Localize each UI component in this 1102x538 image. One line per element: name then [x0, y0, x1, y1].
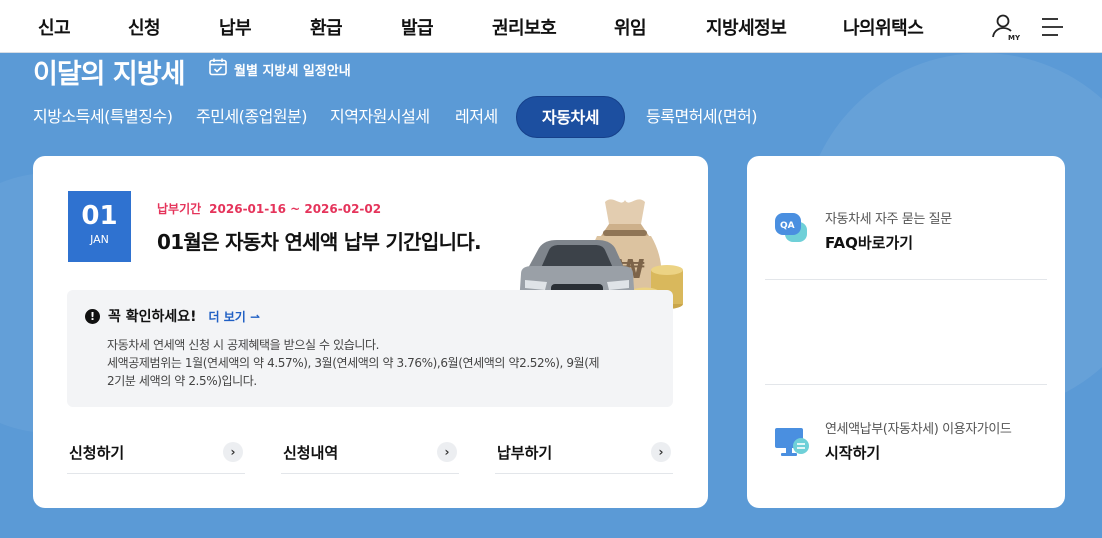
divider: [765, 384, 1047, 385]
tab-resident-tax[interactable]: 주민세(종업원분): [196, 96, 308, 138]
pay-button[interactable]: 납부하기 ›: [495, 438, 673, 474]
nav-item-issue[interactable]: 발급: [401, 14, 434, 40]
exclamation-icon: !: [85, 308, 100, 324]
pay-label: 납부하기: [497, 444, 553, 462]
date-badge: 01 JAN: [68, 191, 131, 262]
faq-link[interactable]: QA 자동차세 자주 묻는 질문 FAQ바로가기: [765, 202, 1047, 262]
faq-title: FAQ바로가기: [825, 234, 914, 252]
nav-item-apply[interactable]: 신청: [128, 14, 161, 40]
application-history-label: 신청내역: [283, 444, 339, 462]
tab-vehicle-tax[interactable]: 자동차세: [516, 96, 625, 138]
nav-item-localtax-info[interactable]: 지방세정보: [706, 14, 787, 40]
nav-item-rights[interactable]: 권리보호: [492, 14, 557, 40]
payment-period-label: 납부기간: [157, 202, 202, 216]
date-month: JAN: [90, 233, 109, 246]
notice-box: ! 꼭 확인하세요! 더 보기 ⇀ 자동차세 연세액 신청 시 공제혜택을 받으…: [67, 290, 673, 407]
calendar-icon: [208, 57, 228, 81]
side-links-card: QA 자동차세 자주 묻는 질문 FAQ바로가기 연세액납부(자동차세) 이용자…: [747, 156, 1065, 508]
hamburger-menu-icon[interactable]: [1038, 12, 1068, 42]
tab-leisure-tax[interactable]: 레저세: [455, 96, 498, 138]
nav-item-my-wetax[interactable]: 나의위택스: [843, 14, 924, 40]
apply-button[interactable]: 신청하기 ›: [67, 438, 245, 474]
my-page-icon[interactable]: MY: [990, 12, 1021, 42]
chevron-right-icon: ›: [437, 442, 457, 462]
arrow-right-icon: ⇀: [245, 309, 261, 324]
notice-line: 2기분 세액의 약 2.5%)입니다.: [107, 374, 257, 388]
monthly-schedule-label: 월별 지방세 일정안내: [234, 63, 351, 79]
notice-header: ! 꼭 확인하세요! 더 보기 ⇀: [85, 306, 260, 326]
my-label: MY: [1008, 34, 1020, 42]
apply-label: 신청하기: [69, 444, 125, 462]
page-title: 이달의 지방세: [33, 59, 185, 90]
notice-body: 자동차세 연세액 신청 시 공제혜택을 받으실 수 있습니다. 세액공제범위는 …: [107, 336, 647, 390]
card-headline: 01월은 자동차 연세액 납부 기간입니다.: [157, 230, 482, 254]
guide-subtitle: 연세액납부(자동차세) 이용자가이드: [825, 422, 1012, 437]
tab-local-income-tax[interactable]: 지방소득세(특별징수): [33, 96, 173, 138]
application-history-button[interactable]: 신청내역 ›: [281, 438, 459, 474]
tab-regional-resource-tax[interactable]: 지역자원시설세: [330, 96, 430, 138]
notice-line: 자동차세 연세액 신청 시 공제혜택을 받으실 수 있습니다.: [107, 338, 380, 352]
notice-title: 꼭 확인하세요!: [108, 309, 197, 325]
payment-period-dates: 2026-01-16 ~ 2026-02-02: [209, 202, 382, 216]
nav-item-refund[interactable]: 환급: [310, 14, 343, 40]
vehicle-tax-card: 01 JAN 납부기간 2026-01-16 ~ 2026-02-02 01월은 …: [33, 156, 708, 508]
notice-line: 세액공제범위는 1월(연세액의 약 4.57%), 3월(연세액의 약 3.76…: [107, 356, 600, 370]
top-navigation: 신고 신청 납부 환급 발급 권리보호 위임 지방세정보 나의위택스 MY: [0, 0, 1102, 53]
nav-item-delegate[interactable]: 위임: [614, 14, 647, 40]
chevron-right-icon: ›: [223, 442, 243, 462]
divider: [765, 279, 1047, 280]
qa-chat-icon: QA: [773, 210, 809, 246]
nav-item-report[interactable]: 신고: [38, 14, 71, 40]
more-link-label: 더 보기: [208, 309, 246, 324]
nav-item-pay[interactable]: 납부: [219, 14, 252, 40]
faq-subtitle: 자동차세 자주 묻는 질문: [825, 212, 952, 227]
date-day: 01: [81, 201, 118, 231]
more-link[interactable]: 더 보기 ⇀: [209, 308, 261, 325]
tab-registration-license-tax[interactable]: 등록면허세(면허): [646, 96, 758, 138]
chevron-right-icon: ›: [651, 442, 671, 462]
guide-title: 시작하기: [825, 444, 881, 462]
tax-type-tabs: 지방소득세(특별징수) 주민세(종업원분) 지역자원시설세 레저세 자동차세 등…: [0, 96, 1102, 138]
monitor-guide-icon: [773, 424, 809, 460]
qa-icon-text: QA: [780, 221, 795, 231]
payment-period: 납부기간 2026-01-16 ~ 2026-02-02: [157, 200, 381, 217]
user-guide-link[interactable]: 연세액납부(자동차세) 이용자가이드 시작하기: [765, 412, 1047, 472]
monthly-schedule-link[interactable]: 월별 지방세 일정안내: [208, 58, 351, 80]
